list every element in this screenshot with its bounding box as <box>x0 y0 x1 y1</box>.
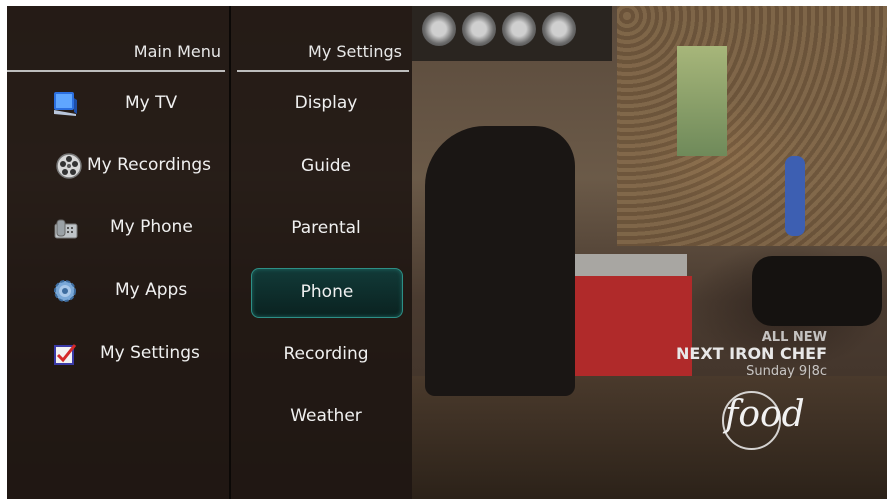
menu-overlay: Main Menu My TV My Recordings My Phone M… <box>7 6 412 499</box>
background-artwork <box>677 46 727 156</box>
network-logo: food <box>725 394 805 435</box>
promo-line-3: Sunday 9|8c <box>746 364 827 379</box>
background-hanging-pans <box>412 6 612 61</box>
pan-shape <box>422 12 456 46</box>
background-person <box>425 126 575 396</box>
settings-item-label: Phone <box>300 282 354 302</box>
settings-item-recording[interactable]: Recording <box>251 331 401 379</box>
background-wall <box>617 6 887 246</box>
settings-item-label: Weather <box>290 406 362 426</box>
promo-line-1: ALL NEW <box>761 330 827 345</box>
main-menu-item-label: My Apps <box>115 280 188 300</box>
phone-icon <box>51 214 79 242</box>
main-menu-item-label: My Settings <box>100 343 200 363</box>
settings-menu-column: My Settings Display Guide Parental Phone… <box>231 6 412 499</box>
pan-shape <box>502 12 536 46</box>
main-menu-item-my-apps[interactable]: My Apps <box>7 269 229 313</box>
settings-menu-title: My Settings <box>308 42 402 61</box>
pan-shape <box>462 12 496 46</box>
gear-icon <box>51 277 79 305</box>
main-menu-title: Main Menu <box>133 42 221 61</box>
main-menu-item-label: My Phone <box>110 217 193 237</box>
main-menu-item-my-recordings[interactable]: My Recordings <box>7 144 229 188</box>
settings-item-parental[interactable]: Parental <box>251 205 401 253</box>
pan-shape <box>542 12 576 46</box>
settings-item-label: Display <box>294 93 358 113</box>
main-menu-divider <box>7 70 225 72</box>
tv-screen: ALL NEW NEXT IRON CHEF Sunday 9|8c food … <box>7 6 887 499</box>
promo-line-2: NEXT IRON CHEF <box>676 344 827 363</box>
main-menu-item-label: My Recordings <box>87 155 212 175</box>
main-menu-item-my-phone[interactable]: My Phone <box>7 206 229 250</box>
settings-item-phone[interactable]: Phone <box>251 268 403 318</box>
main-menu-item-my-tv[interactable]: My TV <box>7 82 229 126</box>
background-chair <box>752 256 882 326</box>
settings-item-display[interactable]: Display <box>251 80 401 128</box>
settings-item-guide[interactable]: Guide <box>251 143 401 191</box>
tv-icon <box>51 90 79 118</box>
main-menu-item-label: My TV <box>125 93 178 113</box>
main-menu-item-my-settings[interactable]: My Settings <box>7 332 229 376</box>
settings-menu-divider <box>237 70 409 72</box>
checkbox-icon <box>51 340 79 368</box>
settings-item-label: Guide <box>301 156 351 176</box>
settings-item-weather[interactable]: Weather <box>251 393 401 441</box>
settings-item-label: Parental <box>291 218 361 238</box>
settings-item-label: Recording <box>283 344 369 364</box>
background-guitar <box>785 156 805 236</box>
main-menu-column: Main Menu My TV My Recordings My Phone M… <box>7 6 229 499</box>
film-reel-icon <box>55 152 83 180</box>
